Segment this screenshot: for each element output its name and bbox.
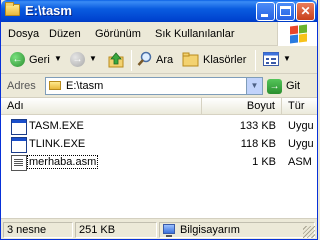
status-size: 251 KB bbox=[75, 222, 157, 238]
chevron-down-icon: ▼ bbox=[250, 81, 259, 90]
folders-button[interactable] bbox=[182, 52, 199, 67]
list-item[interactable]: TLINK.EXE 118 KB Uygu bbox=[1, 136, 317, 154]
file-type: Uygu bbox=[288, 138, 314, 150]
back-arrow-icon: ← bbox=[12, 54, 23, 65]
address-dropdown-button[interactable]: ▼ bbox=[246, 78, 262, 94]
window-title: E:\tasm bbox=[25, 3, 72, 18]
menu-edit[interactable]: Düzen bbox=[49, 28, 81, 40]
explorer-window: E:\tasm ✕ Dosya Düzen Görünüm Sık Kullan… bbox=[0, 0, 318, 240]
toolbar-separator bbox=[255, 50, 256, 71]
forward-dropdown-icon[interactable]: ▼ bbox=[89, 54, 97, 63]
list-item[interactable]: TASM.EXE 133 KB Uygu bbox=[1, 118, 317, 136]
search-icon bbox=[137, 51, 152, 66]
folders-label[interactable]: Klasörler bbox=[203, 54, 246, 66]
maximize-icon bbox=[280, 6, 291, 16]
go-label[interactable]: Git bbox=[286, 80, 300, 92]
computer-icon bbox=[163, 224, 175, 237]
file-name: TLINK.EXE bbox=[29, 138, 86, 150]
file-size: 1 KB bbox=[252, 156, 276, 168]
go-button[interactable]: → bbox=[267, 79, 282, 94]
file-type: Uygu bbox=[288, 120, 314, 132]
menu-bar: Dosya Düzen Görünüm Sık Kullanılanlar bbox=[1, 22, 317, 46]
status-bar: 3 nesne 251 KB Bilgisayarım bbox=[1, 218, 317, 239]
address-bar: Adres E:\tasm ▼ → Git bbox=[1, 74, 317, 98]
exe-icon bbox=[11, 137, 27, 153]
folders-icon bbox=[182, 52, 199, 67]
minimize-icon bbox=[261, 14, 268, 17]
column-header-size[interactable]: Boyut bbox=[202, 98, 282, 115]
list-item[interactable]: merhaba.asm 1 KB ASM bbox=[1, 154, 317, 172]
address-value[interactable]: E:\tasm bbox=[66, 80, 103, 92]
forward-button[interactable]: → bbox=[70, 52, 85, 67]
back-dropdown-icon[interactable]: ▼ bbox=[54, 54, 62, 63]
address-input[interactable]: E:\tasm ▼ bbox=[45, 77, 263, 95]
folder-icon bbox=[49, 81, 61, 90]
column-headers: Adı Boyut Tür bbox=[1, 98, 317, 115]
views-button[interactable] bbox=[263, 52, 279, 67]
column-header-name[interactable]: Adı bbox=[1, 98, 202, 115]
address-label: Adres bbox=[7, 80, 36, 92]
text-file-icon bbox=[11, 155, 27, 171]
close-icon: ✕ bbox=[300, 4, 311, 18]
search-button[interactable] bbox=[137, 51, 153, 67]
title-bar[interactable]: E:\tasm ✕ bbox=[1, 0, 317, 22]
back-button[interactable]: ← bbox=[10, 52, 25, 67]
column-header-type[interactable]: Tür bbox=[282, 98, 317, 115]
search-label[interactable]: Ara bbox=[156, 54, 173, 66]
toolbar-separator bbox=[131, 50, 132, 71]
file-name: TASM.EXE bbox=[29, 120, 84, 132]
file-size: 133 KB bbox=[239, 120, 276, 132]
back-label[interactable]: Geri bbox=[29, 54, 50, 66]
menu-file[interactable]: Dosya bbox=[8, 28, 39, 40]
folder-icon bbox=[5, 2, 20, 16]
status-location: Bilgisayarım bbox=[159, 222, 315, 238]
minimize-button[interactable] bbox=[256, 2, 275, 21]
close-button[interactable]: ✕ bbox=[296, 2, 315, 21]
menu-favorites[interactable]: Sık Kullanılanlar bbox=[155, 28, 235, 40]
go-arrow-icon: → bbox=[269, 81, 280, 92]
status-object-count: 3 nesne bbox=[3, 222, 73, 238]
file-size: 118 KB bbox=[240, 138, 276, 150]
file-list[interactable]: Adı Boyut Tür TASM.EXE 133 KB Uygu TLINK… bbox=[1, 98, 317, 218]
status-location-label: Bilgisayarım bbox=[180, 224, 240, 236]
forward-arrow-icon: → bbox=[72, 54, 83, 65]
up-folder-button[interactable] bbox=[107, 51, 125, 69]
maximize-button[interactable] bbox=[276, 2, 295, 21]
resize-grip[interactable] bbox=[303, 226, 315, 238]
toolbar: ← Geri ▼ → ▼ Ara Klasörler ▼ bbox=[1, 46, 317, 74]
windows-logo-icon bbox=[277, 22, 317, 46]
views-icon bbox=[263, 52, 279, 66]
exe-icon bbox=[11, 119, 27, 135]
menu-view[interactable]: Görünüm bbox=[95, 28, 141, 40]
file-type: ASM bbox=[288, 156, 312, 168]
up-folder-icon bbox=[108, 52, 124, 68]
views-dropdown-icon[interactable]: ▼ bbox=[283, 54, 291, 63]
file-name: merhaba.asm bbox=[26, 155, 99, 169]
